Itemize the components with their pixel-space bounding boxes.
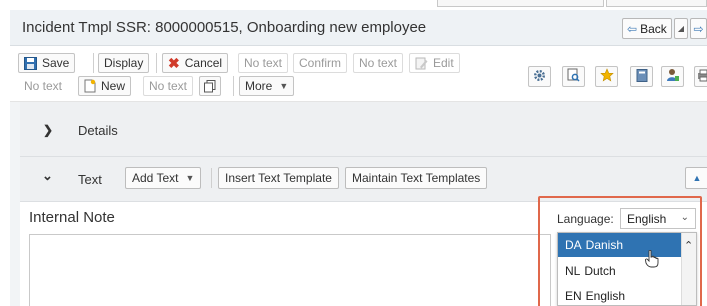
language-option[interactable]: DA Danish [558,233,682,257]
notes-button[interactable] [630,66,653,87]
no-text-label: No text [359,56,398,70]
favorite-button[interactable] [595,66,618,87]
no-text-label: No text [149,79,188,93]
chevron-up-icon[interactable]: ⌃ [684,239,693,252]
page-title: Incident Tmpl SSR: 8000000515, Onboardin… [22,19,427,36]
arrow-left-icon: ⇦ [627,21,638,36]
cancel-button[interactable]: ✖ Cancel [162,53,229,73]
internal-note-title: Internal Note [29,209,115,226]
insert-template-label: Insert Text Template [225,171,332,185]
top-strip-field [606,0,707,7]
edit-label: Edit [433,56,454,70]
title-bar: Incident Tmpl SSR: 8000000515, Onboardin… [10,10,707,46]
top-strip [0,0,707,8]
no-text-label: No text [24,79,63,93]
collapse-button[interactable]: ▲ [685,167,707,189]
language-code: DA [565,238,582,252]
eject-icon: ▲ [692,173,702,183]
confirm-button[interactable]: Confirm [293,53,348,73]
text-section-title: Text [78,172,102,187]
toolbar-divider [211,168,212,188]
language-name: Danish [585,238,624,252]
back-history-dropdown[interactable]: ◢ [674,18,688,39]
language-label: Language: [557,212,614,226]
no-text-label: No text [244,56,283,70]
language-value: English [627,211,667,226]
star-icon [599,68,614,85]
new-button[interactable]: New [78,76,132,96]
copy-icon [204,79,216,93]
maintain-templates-label: Maintain Text Templates [352,171,481,185]
insert-text-template-button[interactable]: Insert Text Template [218,167,339,189]
more-label: More [245,79,273,93]
language-code: EN [565,289,582,303]
caret-icon: ◢ [677,24,685,33]
edit-button[interactable]: Edit [409,53,460,73]
toolbar-divider [93,53,94,73]
language-dropdown-list: DA Danish NL Dutch EN English ⌃ [557,232,697,306]
language-select[interactable]: English ⌄ [620,208,696,229]
no-text-button[interactable]: No text [353,53,404,73]
close-icon: ✖ [168,54,180,71]
document-search-icon [567,68,580,85]
copy-button[interactable] [199,76,221,96]
settings-button[interactable] [528,66,551,87]
display-label: Display [104,56,144,70]
notebook-icon [636,68,648,85]
menu-icon: ▼ [279,81,289,91]
save-button[interactable]: Save [18,53,76,73]
gear-icon [533,69,546,85]
user-button[interactable] [661,66,684,87]
language-name: Dutch [584,264,616,278]
maintain-text-templates-button[interactable]: Maintain Text Templates [345,167,488,189]
floppy-disk-icon [24,56,37,70]
user-icon [666,68,680,85]
details-section-title: Details [78,123,118,138]
more-button[interactable]: More ▼ [239,76,295,96]
confirm-label: Confirm [299,56,342,70]
details-section[interactable]: ❯ Details [20,102,707,157]
arrow-right-icon: ⇨ [693,21,704,36]
menu-icon: ▼ [185,173,195,183]
hand-cursor-icon [645,250,659,268]
toolbar-divider [156,53,157,73]
no-text-button[interactable]: No text [238,53,289,73]
pencil-icon [415,57,428,70]
add-text-button[interactable]: Add Text ▼ [125,167,202,189]
new-label: New [101,79,126,93]
language-option[interactable]: NL Dutch [558,259,682,283]
cancel-label: Cancel [184,56,223,70]
save-label: Save [42,56,70,70]
internal-note-textarea[interactable] [29,234,551,306]
dropdown-scrollbar[interactable]: ⌃ [681,233,696,305]
print-button[interactable] [694,66,707,87]
language-name: English [585,289,626,303]
search-document-button[interactable] [562,66,585,87]
no-text-button[interactable]: No text [22,76,65,96]
toolbar-divider [233,76,234,96]
language-option[interactable]: EN English [558,284,682,305]
new-document-icon [84,79,96,93]
top-strip-field [437,0,604,7]
printer-icon [697,69,707,85]
chevron-down-icon: ⌄ [680,212,689,223]
display-button[interactable]: Display [98,53,150,73]
back-button[interactable]: ⇦ Back [622,18,672,39]
chevron-right-icon: ❯ [43,123,54,137]
back-label: Back [640,21,667,36]
toolbar: Save Display ✖ Cancel No text Confirm No… [10,46,707,102]
no-text-button[interactable]: No text [143,76,194,96]
language-code: NL [565,264,581,278]
add-text-label: Add Text [132,171,179,185]
forward-button[interactable]: ⇨ [690,18,707,39]
chevron-down-icon[interactable]: ⌄ [42,168,53,184]
